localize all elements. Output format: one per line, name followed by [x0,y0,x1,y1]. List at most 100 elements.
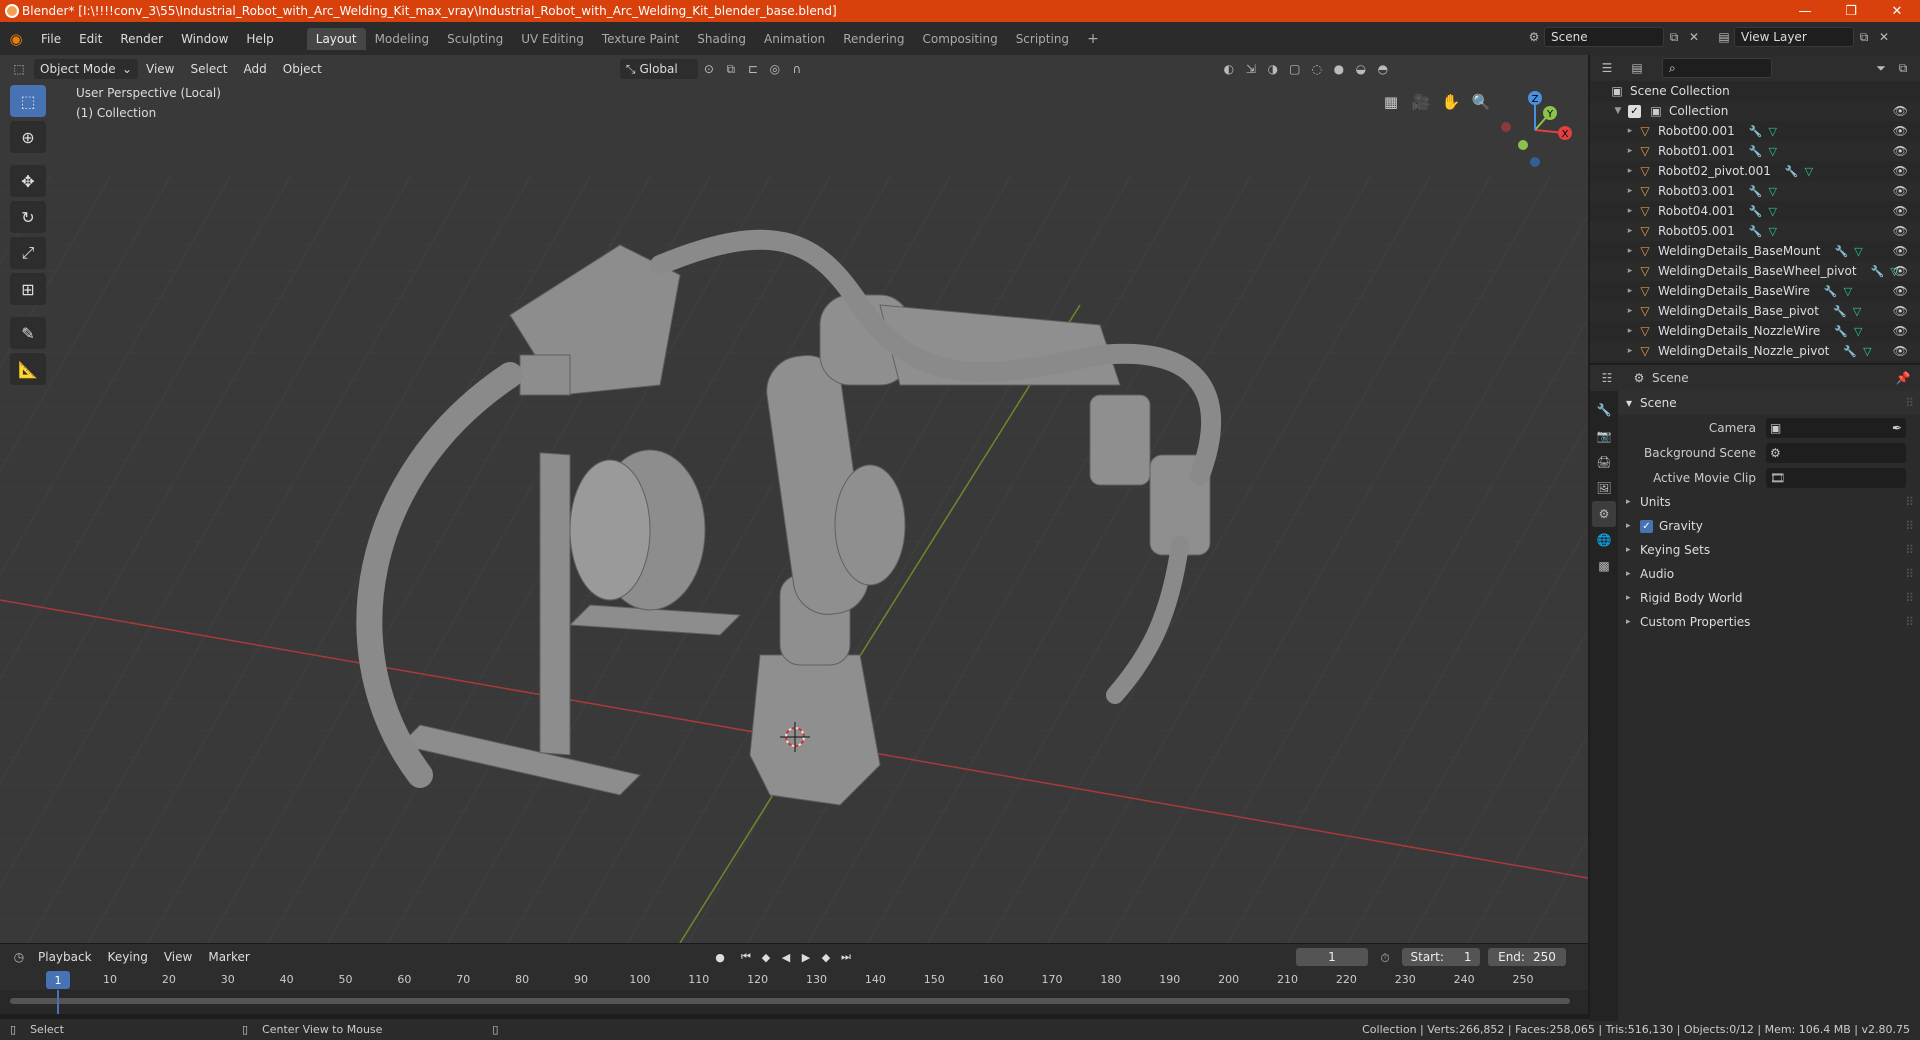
jump-keyframe-forward-icon[interactable]: ◆ [816,948,836,966]
editor-type-icon[interactable]: ⬚ [8,59,30,79]
snap-icon[interactable]: ⧉ [720,59,742,79]
mesh-data-icon[interactable]: ▽ [1805,165,1813,178]
blender-menu-icon[interactable]: ◉ [0,22,32,55]
mesh-data-icon[interactable]: ▽ [1769,125,1777,138]
expand-arrow-icon[interactable]: ▸ [1624,346,1636,356]
display-mode-icon[interactable]: ▤ [1626,58,1648,78]
drag-handle-icon[interactable]: ⠿ [1905,567,1914,581]
mesh-data-icon[interactable]: ▽ [1769,225,1777,238]
expand-arrow-icon[interactable]: ▸ [1624,126,1636,136]
view-layer-tab-icon[interactable]: 🖼 [1592,475,1616,501]
eye-icon[interactable]: 👁 [1893,144,1908,158]
view-layer-icon[interactable]: ▤ [1714,27,1734,47]
cursor-tool-icon[interactable]: ⊕ [10,121,46,153]
modifier-icon[interactable]: 🔧 [1785,165,1799,178]
tab-sculpting[interactable]: Sculpting [438,28,512,50]
gravity-checkbox[interactable]: ✓ [1640,519,1653,533]
mesh-data-icon[interactable]: ▽ [1854,325,1862,338]
new-scene-icon[interactable]: ⧉ [1664,27,1684,47]
expand-arrow-icon[interactable]: ▸ [1624,246,1636,256]
xray-icon[interactable]: ▢ [1284,59,1306,79]
tab-rendering[interactable]: Rendering [834,28,913,50]
drag-handle-icon[interactable]: ⠿ [1905,591,1914,605]
eye-icon[interactable]: 👁 [1893,324,1908,338]
current-frame-field[interactable]: 1 [1296,948,1368,966]
playhead[interactable] [57,990,59,1014]
eye-icon[interactable]: 👁 [1893,164,1908,178]
expand-arrow-icon[interactable]: ▸ [1624,206,1636,216]
modifier-icon[interactable]: 🔧 [1749,125,1763,138]
outliner-item[interactable]: ▸ ▽ Robot01.001 🔧 ▽ 👁 [1590,141,1920,161]
scene-panel-header[interactable]: ▾ Scene ⠿ [1618,391,1920,415]
tab-uv-editing[interactable]: UV Editing [512,28,593,50]
keying-sets-section[interactable]: ▸ Keying Sets ⠿ [1618,538,1920,562]
modifier-icon[interactable]: 🔧 [1749,185,1763,198]
jump-end-icon[interactable]: ⏭ [836,948,856,966]
modifier-icon[interactable]: 🔧 [1824,285,1838,298]
tab-texture-paint[interactable]: Texture Paint [593,28,688,50]
expand-arrow-icon[interactable]: ▸ [1624,266,1636,276]
mesh-data-icon[interactable]: ▽ [1769,205,1777,218]
properties-editor-icon[interactable]: ☷ [1596,368,1618,388]
expand-arrow-icon[interactable]: ▸ [1624,186,1636,196]
pin-icon[interactable]: 📌 [1892,368,1914,388]
timeline-body[interactable] [0,990,1588,1014]
new-collection-icon[interactable]: ⧉ [1892,58,1914,78]
mode-dropdown[interactable]: Object Mode ⌄ [34,59,138,79]
pivot-icon[interactable]: ⊙ [698,59,720,79]
timeline-editor-icon[interactable]: ◷ [8,947,30,967]
mesh-data-icon[interactable]: ▽ [1844,285,1852,298]
stopwatch-icon[interactable]: ⏱ [1374,948,1396,968]
viewport-menu-add[interactable]: Add [236,62,275,76]
modifier-icon[interactable]: 🔧 [1871,265,1885,278]
timeline-menu-view[interactable]: View [156,950,200,964]
outliner-item[interactable]: ▸ ▽ WeldingDetails_BaseMount 🔧 ▽ 👁 [1590,241,1920,261]
select-box-icon[interactable]: ⬚ [10,85,46,117]
eye-icon[interactable]: 👁 [1893,104,1908,118]
tab-scripting[interactable]: Scripting [1007,28,1078,50]
viewport-menu-select[interactable]: Select [182,62,235,76]
eye-icon[interactable]: 👁 [1893,304,1908,318]
eye-icon[interactable]: 👁 [1893,284,1908,298]
gravity-section[interactable]: ▸ ✓ Gravity ⠿ [1618,514,1920,538]
menu-help[interactable]: Help [237,32,282,46]
eye-icon[interactable]: 👁 [1893,184,1908,198]
modifier-icon[interactable]: 🔧 [1843,345,1857,358]
outliner-item[interactable]: ▸ ▽ Robot00.001 🔧 ▽ 👁 [1590,121,1920,141]
view-layer-field[interactable]: View Layer [1734,27,1854,47]
drag-handle-icon[interactable]: ⠿ [1905,543,1914,557]
mesh-data-icon[interactable]: ▽ [1863,345,1871,358]
filter-icon[interactable]: ⏷ [1870,58,1892,78]
outliner-item[interactable]: ▸ ▽ WeldingDetails_Nozzle_pivot 🔧 ▽ 👁 [1590,341,1920,361]
outliner-search-input[interactable]: ⌕ [1662,58,1772,78]
tab-modeling[interactable]: Modeling [366,28,439,50]
audio-section[interactable]: ▸ Audio ⠿ [1618,562,1920,586]
outliner-item[interactable]: ▸ ▽ WeldingDetails_BaseWire 🔧 ▽ 👁 [1590,281,1920,301]
eye-icon[interactable]: 👁 [1893,344,1908,358]
visibility-icon[interactable]: ◐ [1218,59,1240,79]
eye-icon[interactable]: 👁 [1893,244,1908,258]
tab-animation[interactable]: Animation [755,28,834,50]
collection-checkbox[interactable]: ✓ [1628,104,1641,118]
expand-arrow-icon[interactable]: ▸ [1624,306,1636,316]
expand-arrow-icon[interactable]: ▸ [1624,286,1636,296]
eye-icon[interactable]: 👁 [1893,124,1908,138]
frame-ruler[interactable]: 1 10 20 30 40 50 60 70 80 90 100 110 120 130 140 150 16… [0,970,1588,990]
camera-field[interactable]: ▣ ✒ [1766,417,1906,438]
units-section[interactable]: ▸ Units ⠿ [1618,490,1920,514]
outliner-item[interactable]: ▸ ▽ Robot02_pivot.001 🔧 ▽ 👁 [1590,161,1920,181]
rendered-shading-icon[interactable]: ◓ [1372,59,1394,79]
material-shading-icon[interactable]: ◒ [1350,59,1372,79]
proportional-edit-icon[interactable]: ◎ [764,59,786,79]
gizmo-neg-y[interactable] [1518,140,1528,150]
eye-icon[interactable]: 👁 [1893,204,1908,218]
maximize-button[interactable]: ❐ [1828,0,1874,22]
wireframe-shading-icon[interactable]: ◌ [1306,59,1328,79]
current-frame-indicator[interactable]: 1 [46,971,70,989]
outliner-item[interactable]: ▸ ▽ Robot03.001 🔧 ▽ 👁 [1590,181,1920,201]
modifier-icon[interactable]: 🔧 [1834,325,1848,338]
outliner-item[interactable]: ▸ ▽ WeldingDetails_BaseWheel_pivot 🔧 ▽ 👁 [1590,261,1920,281]
outliner-item[interactable]: ▸ ▽ Robot05.001 🔧 ▽ 👁 [1590,221,1920,241]
rigid-body-world-section[interactable]: ▸ Rigid Body World ⠿ [1618,586,1920,610]
annotate-tool-icon[interactable]: ✎ [10,317,46,349]
